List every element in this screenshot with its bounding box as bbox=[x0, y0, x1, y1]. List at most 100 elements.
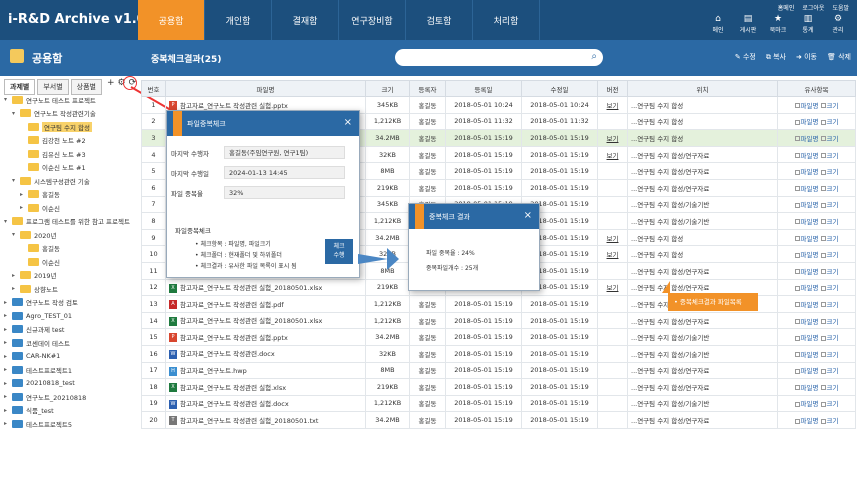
similar-size[interactable]: 크기 bbox=[820, 168, 839, 176]
column-header[interactable]: 등록일 bbox=[445, 80, 522, 97]
table-row[interactable]: 19 W 참고자료_연구노트 작성관련 실험.docx 1,212KB 홍길동 2… bbox=[141, 394, 856, 413]
file-cell[interactable]: P참고자료_연구노트 작성관련 실험.pptx bbox=[165, 328, 366, 346]
top-link-0[interactable]: 홈메인 bbox=[778, 3, 795, 12]
similar-size[interactable]: 크기 bbox=[820, 201, 839, 209]
file-name[interactable]: 참고자료_연구노트 작성관련 실험.xlsx bbox=[180, 384, 286, 392]
version-link[interactable] bbox=[597, 178, 628, 197]
tree-node[interactable]: 이순신 노트 #1 bbox=[2, 161, 137, 175]
checkbox-icon[interactable] bbox=[820, 302, 826, 308]
similar-size[interactable]: 크기 bbox=[820, 284, 839, 292]
checkbox-icon[interactable] bbox=[794, 202, 800, 208]
top-menu-4[interactable]: ⚙ 관리 bbox=[827, 14, 849, 34]
top-link-1[interactable]: 로그아웃 bbox=[802, 3, 824, 12]
checkbox-icon[interactable] bbox=[820, 269, 826, 275]
similar-filename[interactable]: 파일명 bbox=[794, 251, 818, 259]
tree-node[interactable]: ▸ 홍길동 bbox=[2, 188, 137, 202]
checkbox-icon[interactable] bbox=[820, 352, 826, 358]
file-name[interactable]: 참고자료_연구노트 작성관련 실험.docx bbox=[180, 400, 289, 408]
version-link[interactable] bbox=[597, 361, 628, 380]
similar-filename[interactable]: 파일명 bbox=[794, 284, 818, 292]
version-link[interactable] bbox=[597, 195, 628, 214]
tab-4[interactable]: 검토함 bbox=[406, 0, 473, 40]
file-name[interactable]: 참고자료_연구노트 작성관련 실험_20180501.xlsx bbox=[180, 317, 322, 325]
tab-2[interactable]: 결재함 bbox=[272, 0, 339, 40]
similar-filename[interactable]: 파일명 bbox=[794, 218, 818, 226]
copy-button[interactable]: ⧉ 복사 bbox=[766, 52, 786, 62]
file-name[interactable]: 참고자료_연구노트 작성관련 실험_20180501.txt bbox=[180, 417, 318, 425]
checkbox-icon[interactable] bbox=[794, 119, 800, 125]
tree-node[interactable]: ▸ 식품_test bbox=[2, 404, 137, 418]
checkbox-icon[interactable] bbox=[820, 103, 826, 109]
version-link[interactable] bbox=[597, 411, 628, 429]
checkbox-icon[interactable] bbox=[820, 219, 826, 225]
checkbox-icon[interactable] bbox=[820, 202, 826, 208]
checkbox-icon[interactable] bbox=[794, 186, 800, 192]
similar-size[interactable]: 크기 bbox=[820, 152, 839, 160]
file-cell[interactable]: X 참고자료_연구노트 작성관련 실험_20180501.xlsx bbox=[165, 311, 366, 330]
similar-size[interactable]: 크기 bbox=[820, 384, 839, 392]
table-row[interactable]: 16 W 참고자료_연구노트 작성관련.docx 32KB 홍길동 2018-05… bbox=[141, 344, 856, 363]
tab-1[interactable]: 개인함 bbox=[205, 0, 272, 40]
toggle-icon[interactable]: ▸ bbox=[20, 204, 28, 211]
toggle-icon[interactable]: ▾ bbox=[12, 110, 20, 117]
checkbox-icon[interactable] bbox=[820, 401, 826, 407]
similar-filename[interactable]: 파일명 bbox=[794, 268, 818, 276]
similar-filename[interactable]: 파일명 bbox=[794, 235, 818, 243]
toggle-icon[interactable]: ▸ bbox=[4, 339, 12, 346]
checkbox-icon[interactable] bbox=[794, 285, 800, 291]
version-link[interactable] bbox=[597, 212, 628, 230]
checkbox-icon[interactable] bbox=[794, 418, 800, 424]
tree-node[interactable]: ▸ 연구노트_20210818 bbox=[2, 390, 137, 404]
top-menu-2[interactable]: ★ 북마크 bbox=[767, 14, 789, 34]
similar-size[interactable]: 크기 bbox=[820, 185, 839, 193]
tree-node[interactable]: ▾ 연구노트 테스트 프로젝트 bbox=[2, 93, 137, 107]
checkbox-icon[interactable] bbox=[794, 219, 800, 225]
similar-size[interactable]: 크기 bbox=[820, 400, 839, 408]
version-link[interactable] bbox=[597, 378, 628, 396]
version-link[interactable]: 보기 bbox=[597, 129, 628, 147]
tree-node[interactable]: ▸ 상향노트 bbox=[2, 282, 137, 296]
checkbox-icon[interactable] bbox=[794, 385, 800, 391]
tree-node[interactable]: ▾ 시스템구성관련 기술 bbox=[2, 174, 137, 188]
file-cell[interactable]: X 참고자료_연구노트 작성관련 실험_20180501.xlsx bbox=[165, 278, 366, 297]
toggle-icon[interactable]: ▾ bbox=[4, 96, 12, 103]
tree-node[interactable]: ▾ 2020년 bbox=[2, 228, 137, 242]
tree-node[interactable]: ▸ 2019년 bbox=[2, 269, 137, 283]
similar-filename[interactable]: 파일명 bbox=[794, 152, 818, 160]
column-header[interactable]: 등록자 bbox=[409, 80, 446, 97]
checkbox-icon[interactable] bbox=[820, 368, 826, 374]
move-button[interactable]: ➜ 이동 bbox=[796, 52, 817, 62]
similar-filename[interactable]: 파일명 bbox=[794, 334, 818, 342]
similar-filename[interactable]: 파일명 bbox=[794, 168, 818, 176]
similar-size[interactable]: 크기 bbox=[820, 251, 839, 259]
similar-size[interactable]: 크기 bbox=[820, 102, 839, 110]
file-cell[interactable]: A참고자료_연구노트 작성관련 실험.pdf bbox=[165, 295, 366, 313]
checkbox-icon[interactable] bbox=[794, 136, 800, 142]
tree-node[interactable]: 연구팀 수지 합성 bbox=[2, 120, 137, 134]
checkbox-icon[interactable] bbox=[820, 418, 826, 424]
file-cell[interactable]: T 참고자료_연구노트 작성관련 실험_20180501.txt bbox=[165, 411, 366, 429]
table-row[interactable]: 18 X 참고자료_연구노트 작성관련 실험.xlsx 219KB 홍길동 201… bbox=[141, 378, 856, 396]
file-name[interactable]: 참고자료_연구노트 작성관련 실험_20180501.xlsx bbox=[180, 284, 322, 292]
toggle-icon[interactable]: ▸ bbox=[4, 326, 12, 333]
toggle-icon[interactable]: ▸ bbox=[12, 285, 20, 292]
version-link[interactable] bbox=[597, 328, 628, 346]
checkbox-icon[interactable] bbox=[820, 153, 826, 159]
similar-size[interactable]: 크기 bbox=[820, 334, 839, 342]
table-row[interactable]: 17 H 참고자료_연구노트.hwp 8MB 홍길동 2018-05-01 15:… bbox=[141, 361, 856, 380]
tree-node[interactable]: ▸ Agro_TEST_01 bbox=[2, 309, 137, 323]
add-icon[interactable]: + bbox=[107, 78, 115, 88]
file-name[interactable]: 참고자료_연구노트 작성관련 실험.pptx bbox=[180, 102, 288, 110]
similar-size[interactable]: 크기 bbox=[820, 268, 839, 276]
version-link[interactable] bbox=[597, 162, 628, 180]
tab-3[interactable]: 연구장비함 bbox=[339, 0, 406, 40]
tree-node[interactable]: 김유신 노트 #3 bbox=[2, 147, 137, 161]
checkbox-icon[interactable] bbox=[794, 153, 800, 159]
similar-filename[interactable]: 파일명 bbox=[794, 201, 818, 209]
file-name[interactable]: 참고자료_연구노트.hwp bbox=[180, 367, 247, 375]
column-header[interactable]: 크기 bbox=[365, 80, 410, 97]
tree-node[interactable]: 김강천 노트 #2 bbox=[2, 134, 137, 148]
similar-filename[interactable]: 파일명 bbox=[794, 135, 818, 143]
version-link[interactable]: 보기 bbox=[597, 228, 628, 247]
toggle-icon[interactable]: ▸ bbox=[4, 380, 12, 387]
